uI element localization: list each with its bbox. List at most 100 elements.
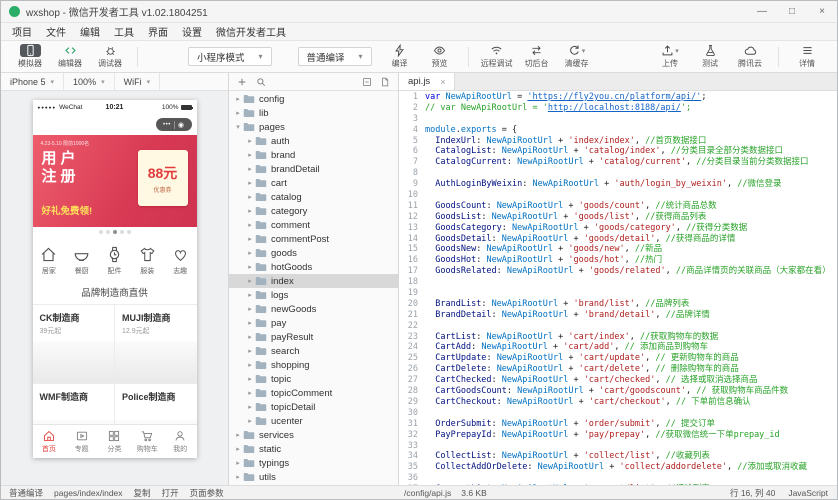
collapse-all-icon[interactable] [362, 77, 372, 87]
chevron-right-icon[interactable]: ▸ [246, 389, 254, 397]
code-line[interactable]: 11 GoodsCount: NewApiRootUrl + 'goods/co… [399, 201, 837, 212]
chevron-down-icon[interactable]: ▾ [234, 123, 242, 131]
chevron-right-icon[interactable]: ▸ [234, 473, 242, 481]
device-select[interactable]: iPhone 5 [1, 73, 64, 90]
close-target-icon[interactable]: ◉ [178, 121, 184, 129]
tree-item[interactable]: ▸ucenter [229, 414, 398, 428]
zoom-select[interactable]: 100% [64, 73, 115, 90]
copy-action[interactable]: 复制 [134, 487, 151, 499]
chevron-right-icon[interactable]: ▸ [246, 263, 254, 271]
page-params-action[interactable]: 页面参数 [190, 487, 224, 499]
tree-item[interactable]: ▸newGoods [229, 302, 398, 316]
menu-file[interactable]: 文件 [39, 24, 73, 39]
channel-item[interactable]: 配件 [98, 245, 131, 276]
code-line[interactable]: 26 CartDelete: NewApiRootUrl + 'cart/del… [399, 364, 837, 375]
menu-devtools[interactable]: 微信开发者工具 [209, 24, 293, 39]
code-line[interactable]: 16 GoodsHot: NewApiRootUrl + 'goods/hot'… [399, 255, 837, 266]
tab-category[interactable]: 分类 [98, 425, 131, 458]
code-line[interactable]: 30 [399, 408, 837, 419]
titlebar[interactable]: wxshop - 微信开发者工具 v1.02.1804251 — □ × [1, 1, 837, 23]
chevron-right-icon[interactable]: ▸ [246, 375, 254, 383]
promo-banner[interactable]: 4.23-5.10 限前1000名 用户注册 好礼免费领! 88元 优惠券 [33, 135, 197, 227]
tree-item[interactable]: ▸services [229, 428, 398, 442]
tree-item[interactable]: ▸goods [229, 246, 398, 260]
code-line[interactable]: 2// var NewApiRootUrl = 'http://localhos… [399, 103, 837, 114]
code-line[interactable]: 29 CartCheckout: NewApiRootUrl + 'cart/c… [399, 397, 837, 408]
channel-item[interactable]: 餐厨 [65, 245, 98, 276]
code-line[interactable]: 12 GoodsList: NewApiRootUrl + 'goods/lis… [399, 212, 837, 223]
channel-item[interactable]: 服装 [131, 245, 164, 276]
code-line[interactable]: 22 [399, 321, 837, 332]
chevron-right-icon[interactable]: ▸ [246, 361, 254, 369]
tree-item[interactable]: ▸topicDetail [229, 400, 398, 414]
code-line[interactable]: 10 [399, 190, 837, 201]
code-line[interactable]: 25 CartUpdate: NewApiRootUrl + 'cart/upd… [399, 353, 837, 364]
code-area[interactable]: 1var NewApiRootUrl = 'https://fly2you.cn… [399, 91, 837, 485]
menu-settings[interactable]: 设置 [175, 24, 209, 39]
code-line[interactable]: 18 [399, 277, 837, 288]
code-line[interactable]: 1var NewApiRootUrl = 'https://fly2you.cn… [399, 92, 837, 103]
tab-cart[interactable]: 购物车 [131, 425, 164, 458]
code-line[interactable]: 36 [399, 473, 837, 484]
tree-item[interactable]: ▸category [229, 204, 398, 218]
chevron-right-icon[interactable]: ▸ [246, 249, 254, 257]
chevron-right-icon[interactable]: ▸ [234, 445, 242, 453]
open-action[interactable]: 打开 [162, 487, 179, 499]
tree-item[interactable]: ▸catalog [229, 190, 398, 204]
add-file-icon[interactable] [237, 77, 247, 87]
code-line[interactable]: 6 CatalogList: NewApiRootUrl + 'catalog/… [399, 146, 837, 157]
code-line[interactable]: 34 CollectList: NewApiRootUrl + 'collect… [399, 451, 837, 462]
chevron-right-icon[interactable]: ▸ [246, 403, 254, 411]
tree-item[interactable]: ▸topicComment [229, 386, 398, 400]
menu-tools[interactable]: 工具 [107, 24, 141, 39]
brand-card[interactable]: MUJI制造商12.9元起 [115, 305, 197, 383]
code-line[interactable]: 32 PayPrepayId: NewApiRootUrl + 'pay/pre… [399, 430, 837, 441]
language-mode[interactable]: JavaScript [788, 488, 828, 498]
code-line[interactable]: 31 OrderSubmit: NewApiRootUrl + 'order/s… [399, 419, 837, 430]
tree-item[interactable]: ▸utils [229, 470, 398, 484]
code-line[interactable]: 27 CartChecked: NewApiRootUrl + 'cart/ch… [399, 375, 837, 386]
search-icon[interactable] [256, 77, 266, 87]
tree-item[interactable]: ▸search [229, 344, 398, 358]
code-line[interactable]: 14 GoodsDetail: NewApiRootUrl + 'goods/d… [399, 234, 837, 245]
menu-project[interactable]: 项目 [5, 24, 39, 39]
tree-item[interactable]: ▸static [229, 442, 398, 456]
tree-item[interactable]: ▸typings [229, 456, 398, 470]
code-line[interactable]: 28 CartGoodsCount: NewApiRootUrl + 'cart… [399, 386, 837, 397]
chevron-right-icon[interactable]: ▸ [246, 151, 254, 159]
chevron-right-icon[interactable]: ▸ [234, 431, 242, 439]
menu-view[interactable]: 界面 [141, 24, 175, 39]
chevron-right-icon[interactable]: ▸ [234, 109, 242, 117]
chevron-right-icon[interactable]: ▸ [246, 193, 254, 201]
code-line[interactable]: 9 AuthLoginByWeixin: NewApiRootUrl + 'au… [399, 179, 837, 190]
tree-item[interactable]: ▸auth [229, 134, 398, 148]
code-line[interactable]: 7 CatalogCurrent: NewApiRootUrl + 'catal… [399, 157, 837, 168]
compile-mode-status[interactable]: 普通编译 [9, 487, 43, 499]
code-line[interactable]: 17 GoodsRelated: NewApiRootUrl + 'goods/… [399, 266, 837, 277]
network-select[interactable]: WiFi [115, 73, 161, 90]
minimize-button[interactable]: — [747, 1, 777, 22]
miniprogram-capsule[interactable]: ••• ◉ [156, 118, 192, 131]
tree-item[interactable]: ▸index [229, 274, 398, 288]
tree-item[interactable]: ▸cart [229, 176, 398, 190]
tree-item[interactable]: ▸topic [229, 372, 398, 386]
compile-button[interactable]: 编译 [382, 44, 418, 69]
code-line[interactable]: 19 [399, 288, 837, 299]
clear-cache-button[interactable]: ▾清缓存 [559, 44, 595, 69]
maximize-button[interactable]: □ [777, 1, 807, 22]
code-line[interactable]: 21 BrandDetail: NewApiRootUrl + 'brand/d… [399, 310, 837, 321]
more-dots-icon[interactable]: ••• [163, 122, 171, 128]
chevron-right-icon[interactable]: ▸ [246, 137, 254, 145]
code-line[interactable]: 13 GoodsCategory: NewApiRootUrl + 'goods… [399, 223, 837, 234]
chevron-right-icon[interactable]: ▸ [234, 459, 242, 467]
code-line[interactable]: 24 CartAdd: NewApiRootUrl + 'cart/add', … [399, 342, 837, 353]
code-line[interactable]: 20 BrandList: NewApiRootUrl + 'brand/lis… [399, 299, 837, 310]
code-line[interactable]: 15 GoodsNew: NewApiRootUrl + 'goods/new'… [399, 244, 837, 255]
channel-item[interactable]: 志趣 [164, 245, 197, 276]
chevron-right-icon[interactable]: ▸ [246, 417, 254, 425]
tree-item[interactable]: ▸payResult [229, 330, 398, 344]
code-line[interactable]: 23 CartList: NewApiRootUrl + 'cart/index… [399, 332, 837, 343]
close-button[interactable]: × [807, 1, 837, 22]
mode-select[interactable]: 小程序模式 [188, 47, 272, 66]
channel-item[interactable]: 居家 [33, 245, 66, 276]
